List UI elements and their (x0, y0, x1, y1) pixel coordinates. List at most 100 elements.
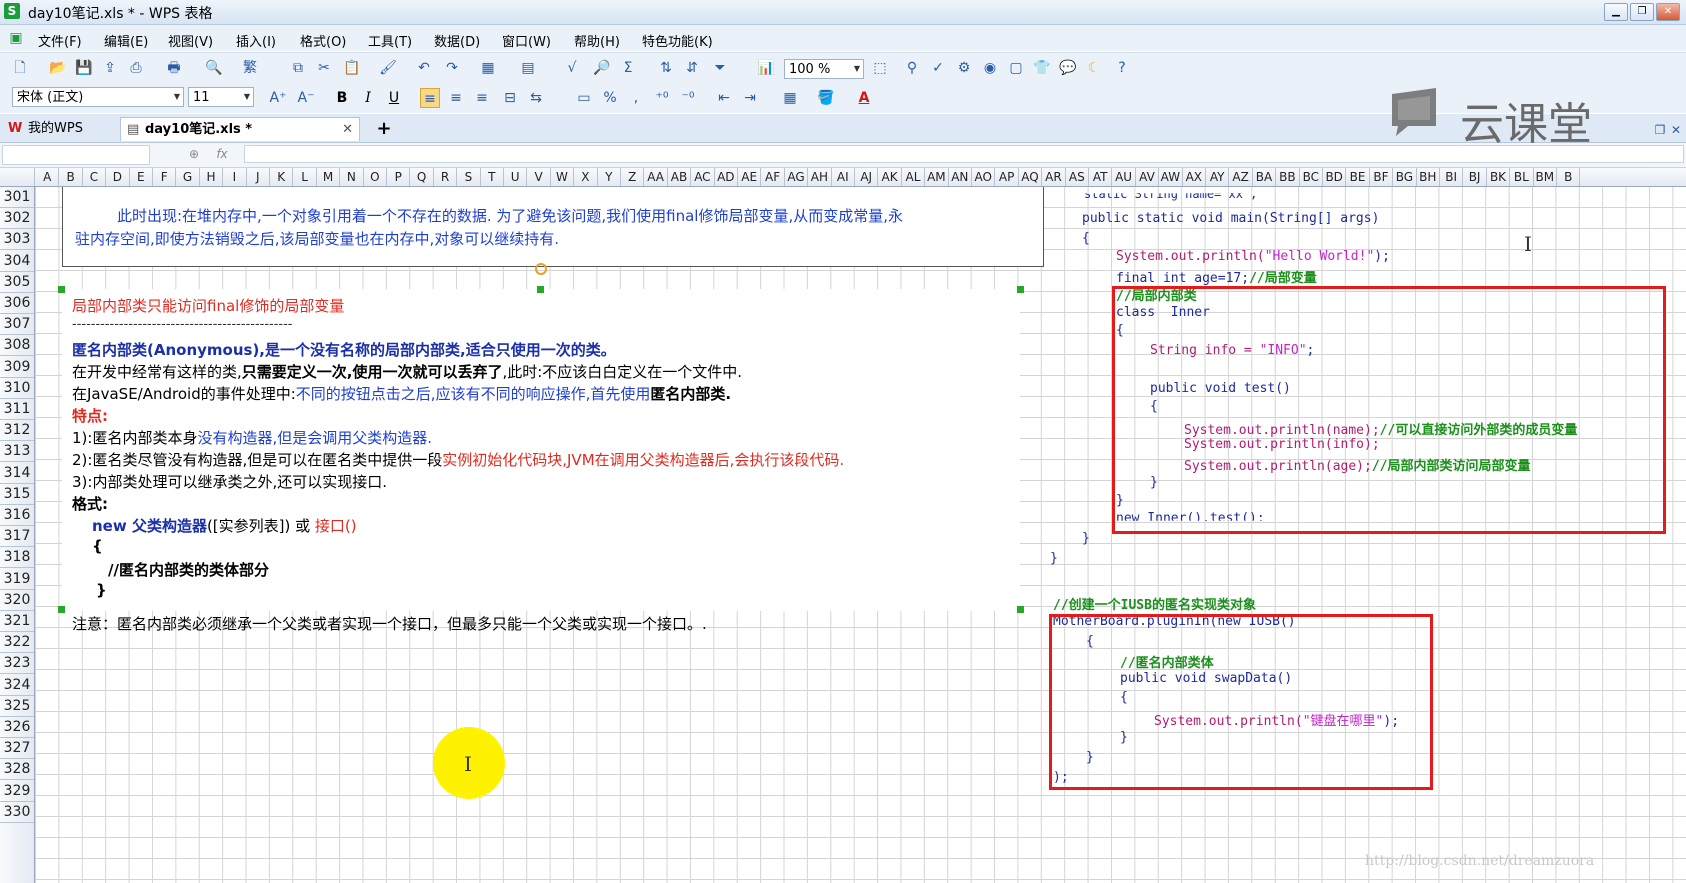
menu-insert[interactable]: 插入(I) (236, 31, 276, 50)
row-header[interactable]: 301 (0, 187, 34, 208)
align-left-icon[interactable]: ≡ (420, 88, 440, 108)
borders-icon[interactable]: ▦ (780, 88, 800, 108)
table-style-icon[interactable]: ▦ (478, 58, 498, 78)
row-header[interactable]: 314 (0, 463, 34, 484)
column-header[interactable]: B (1557, 168, 1581, 186)
wrap-text-icon[interactable]: ⇆ (526, 88, 546, 108)
column-header[interactable]: H (200, 168, 224, 186)
share-icon[interactable]: ⚙ (954, 58, 974, 78)
comma-icon[interactable]: , (626, 88, 646, 108)
copy-icon[interactable]: ⧉ (288, 58, 308, 78)
column-header[interactable]: X (574, 168, 598, 186)
row-header[interactable]: 322 (0, 632, 34, 654)
row-header[interactable]: 320 (0, 590, 34, 611)
column-header[interactable]: AK (878, 168, 902, 186)
row-header[interactable]: 304 (0, 251, 34, 272)
menu-tools[interactable]: 工具(T) (368, 31, 412, 50)
decrease-decimal-icon[interactable]: ⁻⁰ (678, 88, 698, 108)
column-header[interactable]: A (36, 168, 60, 186)
skin-icon[interactable]: 👕 (1032, 58, 1052, 78)
name-box[interactable] (2, 145, 150, 165)
grow-font-icon[interactable]: A⁺ (268, 88, 288, 108)
column-header[interactable]: Z (621, 168, 645, 186)
column-header[interactable]: AP (995, 168, 1019, 186)
row-header[interactable]: 325 (0, 696, 34, 717)
column-header[interactable]: BC (1300, 168, 1323, 186)
row-header[interactable]: 321 (0, 611, 34, 632)
column-header[interactable]: U (504, 168, 528, 186)
menu-file[interactable]: 文件(F) (38, 31, 82, 50)
font-size-select[interactable]: 11 ▼ (188, 87, 254, 107)
restore-button[interactable]: ❐ (1630, 3, 1654, 21)
column-header[interactable]: AQ (1019, 168, 1043, 186)
cut-icon[interactable]: ✂ (314, 58, 334, 78)
row-header[interactable]: 323 (0, 653, 34, 675)
moon-icon[interactable]: ☾ (1084, 58, 1104, 78)
tab-my-wps[interactable]: W 我的WPS (4, 117, 114, 141)
percent-button[interactable]: % (600, 88, 620, 108)
increase-decimal-icon[interactable]: ⁺⁰ (652, 88, 672, 108)
row-header[interactable]: 306 (0, 293, 34, 314)
traditional-chinese-icon[interactable]: 繁 (240, 58, 260, 78)
row-header[interactable]: 307 (0, 314, 34, 336)
tab-close-icon[interactable]: ✕ (1666, 120, 1686, 140)
column-header[interactable]: AJ (855, 168, 879, 186)
column-header[interactable]: BD (1323, 168, 1347, 186)
underline-button[interactable]: U (384, 88, 404, 108)
autosum-icon[interactable]: Σ (618, 58, 638, 78)
column-header[interactable]: S (457, 168, 481, 186)
column-header[interactable]: AD (715, 168, 738, 186)
column-header[interactable]: AE (738, 168, 762, 186)
close-tab-icon[interactable]: ✕ (342, 118, 353, 142)
browser-icon[interactable]: ◉ (980, 58, 1000, 78)
column-header[interactable]: AC (691, 168, 715, 186)
filter-icon[interactable]: ⏷ (710, 58, 730, 78)
column-header[interactable]: BM (1534, 168, 1557, 186)
column-header[interactable]: BJ (1463, 168, 1487, 186)
row-header[interactable]: 319 (0, 569, 34, 590)
column-header[interactable]: AN (949, 168, 972, 186)
column-header[interactable]: AM (925, 168, 949, 186)
fill-color-icon[interactable]: 🪣 (816, 88, 836, 108)
row-header[interactable]: 308 (0, 335, 34, 357)
align-center-icon[interactable]: ≡ (446, 88, 466, 108)
print-preview-icon[interactable]: 🔍 (204, 58, 224, 78)
doc-icon[interactable]: ▢ (1006, 58, 1026, 78)
column-header[interactable]: BH (1417, 168, 1440, 186)
column-header[interactable]: AU (1112, 168, 1136, 186)
format-painter-icon[interactable]: 🖌 (378, 58, 398, 78)
row-header[interactable]: 303 (0, 229, 34, 251)
column-header[interactable]: AR (1042, 168, 1066, 186)
menu-edit[interactable]: 编辑(E) (104, 31, 148, 50)
column-header[interactable]: AZ (1229, 168, 1253, 186)
column-header[interactable]: R (434, 168, 458, 186)
undo-icon[interactable]: ↶ (414, 58, 434, 78)
upper-text-box[interactable]: 此时出现:在堆内存中,一个对象引用着一个不存在的数据. 为了避免该问题,我们使用… (62, 187, 1044, 267)
column-header[interactable]: BA (1253, 168, 1277, 186)
column-header[interactable]: F (153, 168, 177, 186)
currency-icon[interactable]: ▭ (574, 88, 594, 108)
column-header[interactable]: AO (972, 168, 996, 186)
chart-icon[interactable]: 📊 (756, 58, 776, 78)
resize-handle[interactable] (1017, 606, 1024, 613)
italic-button[interactable]: I (358, 88, 378, 108)
binoculars-icon[interactable]: ⚲ (902, 58, 922, 78)
column-header[interactable]: Q (410, 168, 434, 186)
menu-view[interactable]: 视图(V) (168, 31, 213, 50)
shrink-font-icon[interactable]: A⁻ (296, 88, 316, 108)
column-header[interactable]: AF (761, 168, 785, 186)
row-header[interactable]: 312 (0, 420, 34, 442)
column-header[interactable]: O (364, 168, 387, 186)
column-header[interactable]: Y (598, 168, 621, 186)
row-header[interactable]: 305 (0, 272, 34, 293)
help-icon[interactable]: ? (1112, 58, 1132, 78)
column-header[interactable]: G (176, 168, 200, 186)
menu-data[interactable]: 数据(D) (434, 31, 480, 50)
paste-icon[interactable]: 📋 (342, 58, 362, 78)
export-icon[interactable]: ⇪ (100, 58, 120, 78)
new-file-icon[interactable]: 🗋 (10, 58, 30, 78)
column-header[interactable]: L (293, 168, 317, 186)
row-header[interactable]: 313 (0, 441, 34, 463)
column-header[interactable]: AA (644, 168, 668, 186)
column-header[interactable]: K (270, 168, 294, 186)
